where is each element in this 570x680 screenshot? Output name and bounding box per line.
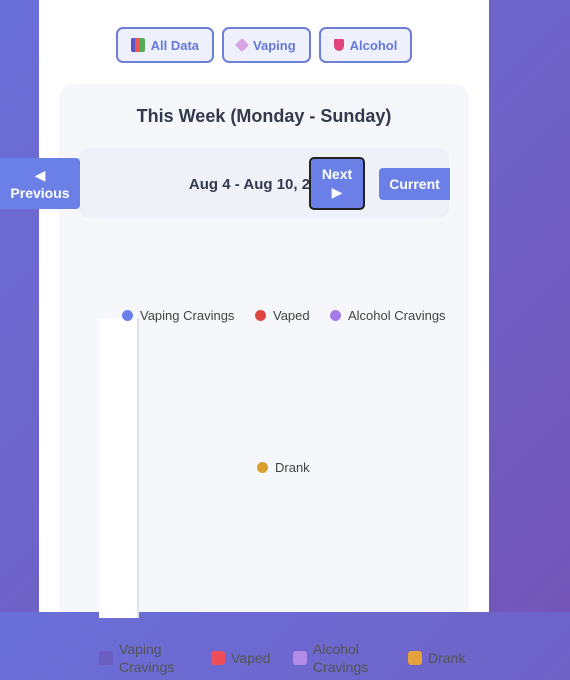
filter-vaping-button[interactable]: Vaping xyxy=(222,27,311,63)
chart-series-label: Drank xyxy=(257,460,310,475)
legend-label-line: Vaping xyxy=(119,641,162,657)
filter-all-data-button[interactable]: All Data xyxy=(115,27,215,63)
week-title: This Week (Monday - Sunday) xyxy=(136,106,392,126)
next-week-button[interactable]: Next ▶ xyxy=(309,157,365,210)
filter-bar: All Data Vaping Alcohol xyxy=(39,27,489,63)
series-marker-alcohol-cravings xyxy=(330,310,341,321)
current-week-button[interactable]: Current xyxy=(379,168,450,200)
series-marker-vaped xyxy=(255,310,266,321)
bar-chart-icon xyxy=(130,38,145,52)
legend-swatch xyxy=(293,651,307,665)
series-name: Drank xyxy=(275,460,310,475)
wine-glass-icon xyxy=(333,39,344,51)
tracker-card: All Data Vaping Alcohol This Week (Monda… xyxy=(39,0,489,675)
legend-item: Vaping Cravings xyxy=(99,640,174,676)
chart-plot-area xyxy=(99,318,139,618)
legend-label-line: Cravings xyxy=(313,659,369,675)
legend-label-line: Alcohol xyxy=(313,641,359,657)
legend-item: Vaped xyxy=(211,649,270,667)
next-label: Next xyxy=(321,166,353,182)
legend-swatch xyxy=(211,651,225,665)
legend-label-line: Cravings xyxy=(119,659,175,675)
series-name: Vaping Cravings xyxy=(140,308,235,323)
chart-series-label: Vaping Cravings xyxy=(122,308,234,323)
arrow-left-icon: ◀ xyxy=(34,167,46,183)
legend-swatch xyxy=(99,651,113,665)
chart-series-label: Vaped xyxy=(255,308,310,323)
series-marker-vaping-cravings xyxy=(122,310,133,321)
arrow-right-icon: ▶ xyxy=(331,184,343,200)
previous-week-button[interactable]: ◀ Previous xyxy=(0,158,80,209)
legend-label: Vaping Cravings xyxy=(119,640,174,676)
legend-label: Drank xyxy=(428,650,466,666)
series-name: Vaped xyxy=(273,308,310,323)
previous-label: Previous xyxy=(10,185,70,201)
filter-label: Alcohol xyxy=(349,37,398,53)
legend-item: Drank xyxy=(408,649,465,667)
series-name: Alcohol Cravings xyxy=(348,308,446,323)
chart-legend: Vaping Cravings Vaped Alcohol Cravings D… xyxy=(99,640,479,680)
week-panel: This Week (Monday - Sunday) Aug 4 - Aug … xyxy=(59,84,469,675)
vape-icon xyxy=(234,37,250,53)
filter-alcohol-button[interactable]: Alcohol xyxy=(318,27,413,63)
legend-label: Alcohol Cravings xyxy=(313,640,368,676)
filter-label: All Data xyxy=(150,37,200,53)
current-label: Current xyxy=(389,176,440,192)
chart-series-label: Alcohol Cravings xyxy=(330,308,446,323)
legend-label: Vaped xyxy=(231,650,271,666)
legend-swatch xyxy=(408,651,422,665)
series-marker-drank xyxy=(257,462,268,473)
legend-item: Alcohol Cravings xyxy=(293,640,368,676)
filter-label: Vaping xyxy=(253,37,296,53)
